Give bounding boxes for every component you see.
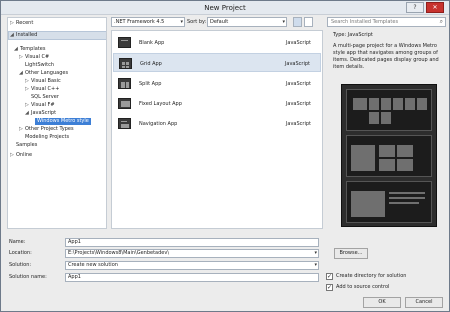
tree-item-recent[interactable]: ▷ Recent bbox=[10, 20, 33, 27]
tree-item-visual-csharp[interactable]: ▷ Visual C# bbox=[19, 54, 49, 61]
create-directory-checkbox[interactable]: ✓ bbox=[326, 273, 333, 280]
location-combobox[interactable]: E:\Projects\Windows8\Main\Genbetadev\ ▾ bbox=[65, 249, 319, 258]
tree-item-visual-basic[interactable]: ▷ Visual Basic bbox=[25, 78, 61, 85]
window-title: New Project bbox=[204, 4, 246, 12]
chevron-down-icon: ▾ bbox=[314, 262, 317, 268]
solution-dropdown[interactable]: Create new solution ▾ bbox=[65, 261, 319, 270]
template-tree: ▷ Recent ◢ Installed ◢ Templates ▷ Visual C#… bbox=[7, 17, 107, 229]
template-row-selected[interactable]: Grid App JavaScript bbox=[113, 53, 321, 72]
grid-app-template-icon bbox=[119, 58, 132, 69]
template-row[interactable]: Fixed Layout App JavaScript bbox=[113, 94, 321, 113]
tree-item-online[interactable]: ▷ Online bbox=[10, 152, 32, 159]
template-row[interactable]: Blank App JavaScript bbox=[113, 33, 321, 52]
tree-item-templates[interactable]: ◢ Templates bbox=[14, 46, 45, 53]
fixed-layout-app-template-icon bbox=[118, 98, 131, 109]
tree-item-installed[interactable]: ◢ Installed bbox=[10, 32, 37, 39]
template-toolbar: .NET Framework 4.5 ▾ Sort by: Default ▾ bbox=[111, 17, 323, 28]
chevron-down-icon: ▾ bbox=[314, 250, 317, 256]
template-description: A multi-page project for a Windows Metro… bbox=[333, 43, 439, 70]
tree-item-other-languages[interactable]: ◢ Other Languages bbox=[19, 70, 68, 77]
preview-screen-group bbox=[346, 135, 432, 177]
tree-item-modeling-projects[interactable]: Modeling Projects bbox=[25, 134, 69, 141]
tree-item-lightswitch[interactable]: LightSwitch bbox=[25, 62, 54, 69]
name-label: Name: bbox=[9, 239, 26, 245]
tree-item-other-project-types[interactable]: ▷ Other Project Types bbox=[19, 126, 74, 133]
medium-icons-view-icon[interactable] bbox=[293, 17, 302, 27]
search-icon: ⌕ bbox=[439, 18, 443, 25]
template-row[interactable]: Navigation App JavaScript bbox=[113, 114, 321, 133]
solution-label: Solution: bbox=[9, 262, 32, 268]
new-project-dialog: New Project ? ✕ ▷ Recent ◢ Installed ◢ Temp… bbox=[0, 0, 450, 312]
search-templates-input[interactable]: Search Installed Templates ⌕ bbox=[327, 17, 446, 27]
ok-button[interactable]: OK bbox=[363, 297, 401, 308]
solution-name-input[interactable]: App1 bbox=[65, 273, 319, 282]
source-control-label: Add to source control bbox=[336, 284, 390, 290]
tree-item-visual-cpp[interactable]: ▷ Visual C++ bbox=[25, 86, 59, 93]
template-row[interactable]: Split App JavaScript bbox=[113, 74, 321, 93]
sort-label: Sort by: bbox=[187, 19, 207, 25]
help-button[interactable]: ? bbox=[406, 2, 424, 13]
navigation-app-template-icon bbox=[118, 118, 131, 129]
chevron-down-icon: ▾ bbox=[180, 19, 183, 25]
close-button[interactable]: ✕ bbox=[426, 2, 444, 13]
sort-dropdown[interactable]: Default ▾ bbox=[207, 17, 287, 27]
small-icons-view-icon[interactable] bbox=[304, 17, 313, 27]
tree-item-sql-server[interactable]: SQL Server bbox=[31, 94, 59, 101]
name-input[interactable]: App1 bbox=[65, 238, 319, 247]
title-bar: New Project ? ✕ bbox=[1, 1, 449, 15]
split-app-template-icon bbox=[118, 78, 131, 89]
template-preview-image bbox=[341, 84, 437, 227]
cancel-button[interactable]: Cancel bbox=[405, 297, 443, 308]
blank-app-template-icon bbox=[118, 37, 131, 48]
solution-name-label: Solution name: bbox=[9, 274, 47, 280]
browse-button[interactable]: Browse... bbox=[334, 248, 368, 259]
preview-screen-item bbox=[346, 181, 432, 223]
tree-item-windows-metro-style[interactable]: Windows Metro style bbox=[35, 118, 91, 125]
source-control-checkbox[interactable]: ✓ bbox=[326, 284, 333, 291]
tree-item-visual-fsharp[interactable]: ▷ Visual F# bbox=[25, 102, 55, 109]
template-type: Type: JavaScript bbox=[333, 32, 373, 38]
tree-item-javascript[interactable]: ◢ JavaScript bbox=[25, 110, 56, 117]
preview-screen-grid bbox=[346, 89, 432, 131]
tree-item-samples[interactable]: Samples bbox=[16, 142, 37, 149]
template-list: Blank App JavaScript Grid App JavaScript… bbox=[111, 30, 323, 229]
framework-dropdown[interactable]: .NET Framework 4.5 ▾ bbox=[111, 17, 185, 27]
create-directory-label: Create directory for solution bbox=[336, 273, 407, 279]
location-label: Location: bbox=[9, 250, 32, 256]
chevron-down-icon: ▾ bbox=[282, 19, 285, 25]
